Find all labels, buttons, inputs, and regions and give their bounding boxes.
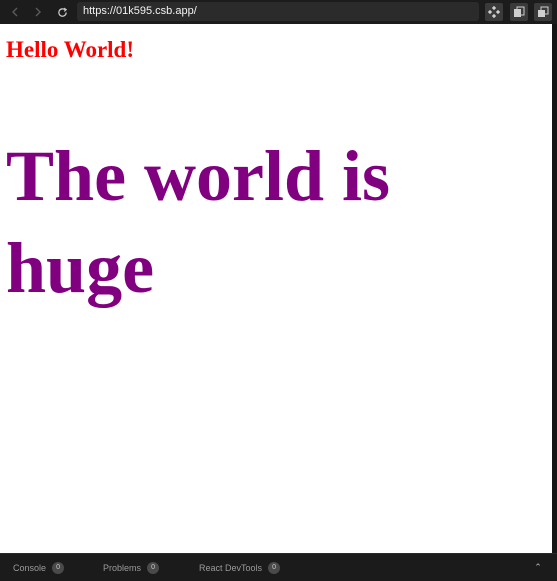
arrow-right-icon <box>35 7 41 17</box>
problems-count-badge: 0 <box>147 561 160 574</box>
copy-icon <box>514 6 525 17</box>
tab-problems[interactable]: Problems 0 <box>103 554 160 581</box>
world-heading: The world is huge <box>6 136 391 308</box>
forward-button[interactable] <box>29 3 47 21</box>
address-bar[interactable]: https://01k595.csb.app/ <box>77 2 479 21</box>
hello-heading: Hello World! <box>6 37 134 62</box>
expand-devtools-button[interactable]: ⌃ <box>531 560 545 574</box>
tab-problems-label: Problems <box>103 562 142 573</box>
open-in-new-window-button[interactable] <box>534 3 552 21</box>
tab-console-label: Console <box>13 562 47 573</box>
copy-button[interactable] <box>510 3 528 21</box>
console-count-badge: 0 <box>52 561 65 574</box>
tab-react-devtools[interactable]: React DevTools 0 <box>199 554 281 581</box>
react-devtools-count-badge: 0 <box>268 561 281 574</box>
reload-icon <box>57 7 67 17</box>
preview-tool-button[interactable] <box>485 3 503 21</box>
open-window-icon <box>538 6 549 17</box>
arrow-left-icon <box>12 7 18 17</box>
browser-toolbar: https://01k595.csb.app/ <box>0 0 557 24</box>
diamond-grid-icon <box>488 6 500 18</box>
chevron-up-icon: ⌃ <box>534 562 542 572</box>
back-button[interactable] <box>6 3 24 21</box>
url-text: https://01k595.csb.app/ <box>83 5 197 17</box>
preview-viewport: Hello World! The world is huge <box>0 24 552 553</box>
tab-console[interactable]: Console 0 <box>13 554 65 581</box>
devtools-bar: Console 0 Problems 0 React DevTools 0 ⌃ <box>0 553 557 581</box>
reload-button[interactable] <box>53 3 71 21</box>
tab-react-devtools-label: React DevTools <box>199 562 263 573</box>
